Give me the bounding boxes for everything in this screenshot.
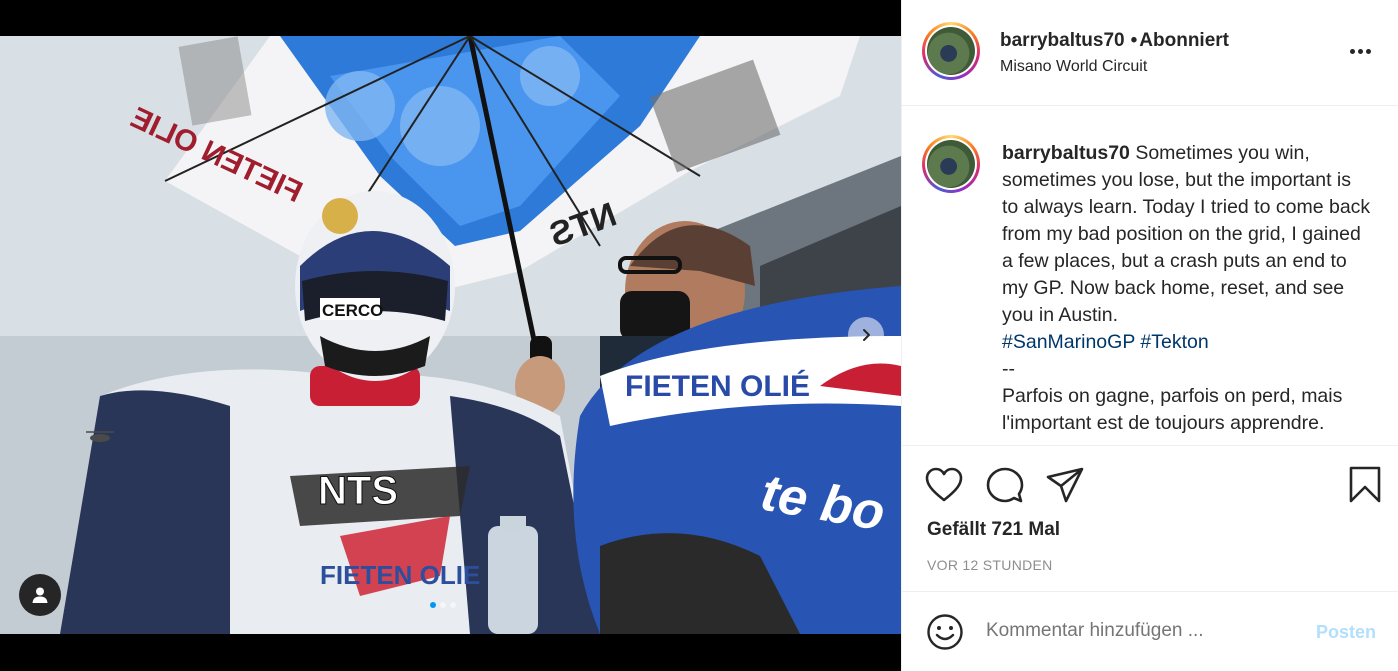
suit-brand-text: NTS <box>318 469 398 513</box>
smiley-icon[interactable] <box>926 613 964 651</box>
carousel-dot <box>440 602 446 608</box>
action-bar: Gefällt 721 Mal VOR 12 STUNDEN <box>902 445 1398 591</box>
location-link[interactable]: Misano World Circuit <box>1000 58 1147 76</box>
suit-sponsor-text: FIETEN OLIE <box>320 560 480 590</box>
post-side-panel: barrybaltus70 • Abonniert Misano World Cir… <box>901 0 1398 671</box>
tagged-users-button[interactable] <box>19 574 61 616</box>
post-photo[interactable]: FIETEN OLIE NTS FIETEN OLIE NTS CERCO FI… <box>0 36 901 634</box>
bookmark-icon[interactable] <box>1348 466 1382 504</box>
caption-avatar[interactable] <box>922 135 980 193</box>
photo-illustration: FIETEN OLIE NTS FIETEN OLIE NTS CERCO FI… <box>0 36 901 634</box>
post-comment-button[interactable]: Posten <box>1316 622 1376 643</box>
helmet-brand-text: CERCO <box>322 301 383 320</box>
caption-separator: -- <box>1002 358 1015 380</box>
fairing-sponsor-text: FIETEN OLIÉ <box>625 369 810 403</box>
header-username[interactable]: barrybaltus70 <box>1000 30 1125 51</box>
comment-input[interactable] <box>986 620 1276 642</box>
ellipsis-icon <box>1349 48 1355 54</box>
paper-plane-icon[interactable] <box>1046 467 1084 503</box>
avatar-image <box>927 27 975 75</box>
post-header: barrybaltus70 • Abonniert Misano World Cir… <box>902 0 1398 106</box>
media-panel: FIETEN OLIE NTS FIETEN OLIE NTS CERCO FI… <box>0 0 901 671</box>
comment-icon[interactable] <box>986 466 1024 504</box>
carousel-indicator <box>430 602 456 608</box>
caption-text-en: Sometimes you win, sometimes you lose, b… <box>1002 142 1371 326</box>
user-tag-icon <box>32 587 48 603</box>
more-options-button[interactable] <box>1346 42 1374 60</box>
separator-dot: • <box>1130 30 1138 51</box>
comment-form: Posten <box>902 591 1398 671</box>
next-image-button[interactable] <box>848 317 884 353</box>
hashtag-link[interactable]: #Tekton <box>1140 331 1208 353</box>
caption-text-fr: Parfois on gagne, parfois on perd, mais … <box>1002 385 1343 434</box>
avatar[interactable] <box>922 22 980 80</box>
chevron-right-icon <box>863 329 870 341</box>
avatar-image <box>927 140 975 188</box>
hashtag-link[interactable]: #SanMarinoGP <box>1002 331 1135 353</box>
carousel-dot <box>430 602 436 608</box>
caption-username[interactable]: barrybaltus70 <box>1002 142 1130 164</box>
like-count[interactable]: Gefällt 721 Mal <box>927 519 1060 541</box>
carousel-dot <box>450 602 456 608</box>
post-caption: barrybaltus70 Sometimes you win, sometim… <box>1002 140 1372 437</box>
follow-status-button[interactable]: Abonniert <box>1139 30 1229 51</box>
comments-section: barrybaltus70 Sometimes you win, sometim… <box>902 107 1398 445</box>
heart-icon[interactable] <box>925 467 963 503</box>
post-timestamp[interactable]: VOR 12 STUNDEN <box>927 557 1053 573</box>
header-user-line: barrybaltus70 • Abonniert <box>1000 30 1229 52</box>
